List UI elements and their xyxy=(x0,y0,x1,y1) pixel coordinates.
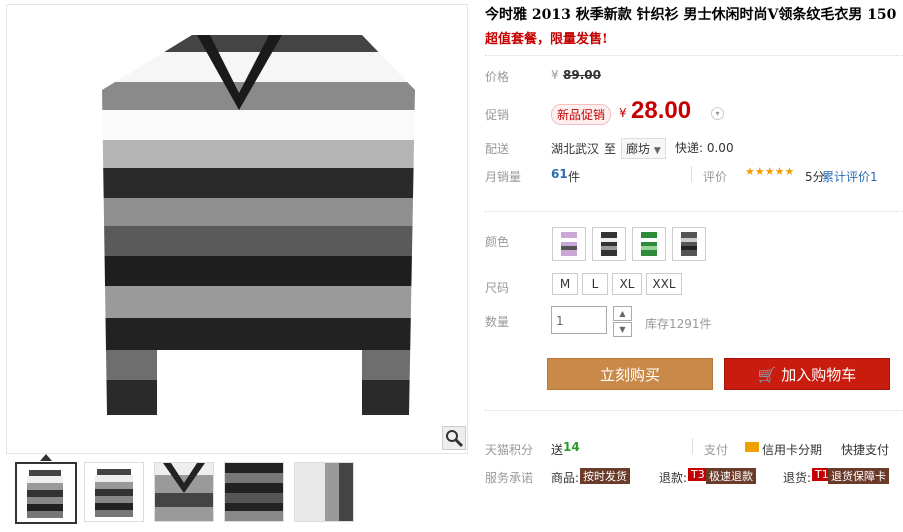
promo-label: 促销 xyxy=(485,108,510,122)
points-prefix: 送 xyxy=(551,443,564,457)
fast-pay[interactable]: 快捷支付 xyxy=(841,441,889,458)
service-item2-code: T3 xyxy=(688,468,708,481)
service-item2-badge[interactable]: 极速退款 xyxy=(706,468,756,484)
divider xyxy=(485,211,903,212)
product-subtitle: 超值套餐，限量发售! xyxy=(485,32,608,47)
divider xyxy=(485,410,903,411)
size-label: 尺码 xyxy=(485,281,510,295)
color-swatch-image xyxy=(561,232,577,256)
quantity-increase-button[interactable]: ▲ xyxy=(613,306,632,321)
price-label: 价格 xyxy=(485,70,510,84)
size-option-xl[interactable]: XL xyxy=(612,273,642,295)
rating-stars: ★★★★★ xyxy=(745,165,795,178)
color-label: 颜色 xyxy=(485,235,510,249)
color-swatch-image xyxy=(601,232,617,256)
thumbnail-image xyxy=(155,463,213,521)
original-price: 89.00 xyxy=(563,68,601,82)
service-item3-label: 退货: xyxy=(783,471,812,485)
color-option-gray[interactable] xyxy=(672,227,706,261)
divider xyxy=(692,438,693,454)
promo-price: 28.00 xyxy=(631,97,692,124)
service-item3-badge[interactable]: 退货保障卡 xyxy=(828,468,889,484)
express-fee: 快递: 0.00 xyxy=(675,141,734,155)
points-value: 14 xyxy=(563,440,580,454)
product-main-image[interactable] xyxy=(6,4,468,454)
divider xyxy=(691,166,692,182)
sales-unit: 件 xyxy=(568,170,581,184)
credit-installment[interactable]: 信用卡分期 xyxy=(762,441,822,458)
promo-currency: ¥ xyxy=(619,106,627,120)
thumbnail-1[interactable] xyxy=(15,462,77,524)
delivery-label: 配送 xyxy=(485,142,510,156)
divider xyxy=(485,55,903,56)
color-swatch-image xyxy=(681,232,697,256)
promo-tag: 新品促销 xyxy=(551,104,612,125)
color-option-green[interactable] xyxy=(632,227,666,261)
thumbnail-image xyxy=(17,464,73,520)
quantity-decrease-button[interactable]: ▼ xyxy=(613,322,632,337)
buy-now-button[interactable]: 立刻购买 xyxy=(547,358,713,390)
service-item2-label: 退款: xyxy=(659,471,688,485)
thumbnail-image xyxy=(225,463,283,521)
points-label: 天猫积分 xyxy=(485,443,534,457)
thumbnail-image xyxy=(85,463,143,521)
review-count-link[interactable]: 累计评价1 xyxy=(822,168,878,185)
sales-count: 61 xyxy=(551,167,568,181)
chevron-down-icon[interactable]: ▾ xyxy=(711,107,724,120)
thumbnail-image xyxy=(295,463,353,521)
thumbnail-indicator xyxy=(40,454,52,461)
color-option-black[interactable] xyxy=(592,227,626,261)
payment-label: 支付 xyxy=(704,443,729,457)
size-option-xxl[interactable]: XXL xyxy=(646,273,682,295)
region-select[interactable]: 廊坊 ▼ xyxy=(621,138,666,159)
credit-card-icon xyxy=(745,442,759,452)
region-value: 廊坊 xyxy=(626,142,651,156)
color-swatch-image xyxy=(641,232,657,256)
stock-info: 库存1291件 xyxy=(645,317,712,331)
thumbnail-5[interactable] xyxy=(294,462,354,522)
delivery-to: 至 xyxy=(604,142,617,156)
product-title: 今时雅 2013 秋季新款 针织衫 男士休闲时尚V领条纹毛衣男 150 xyxy=(485,7,897,23)
size-option-m[interactable]: M xyxy=(552,273,578,295)
service-item1-badge[interactable]: 按时发货 xyxy=(580,468,630,484)
review-label: 评价 xyxy=(703,170,728,184)
sweater-image xyxy=(102,35,415,415)
delivery-from: 湖北武汉 xyxy=(551,142,600,156)
size-option-l[interactable]: L xyxy=(582,273,608,295)
magnifier-icon xyxy=(446,430,464,448)
quantity-label: 数量 xyxy=(485,315,510,329)
cart-icon: 🛒 xyxy=(757,366,777,384)
price-currency: ¥ xyxy=(551,68,559,82)
thumbnail-2[interactable] xyxy=(84,462,144,522)
zoom-button[interactable] xyxy=(442,426,466,450)
add-to-cart-button[interactable]: 🛒 加入购物车 xyxy=(724,358,890,390)
sales-label: 月销量 xyxy=(485,170,522,184)
add-to-cart-label: 加入购物车 xyxy=(781,366,857,384)
thumbnail-3[interactable] xyxy=(154,462,214,522)
service-label: 服务承诺 xyxy=(485,471,534,485)
service-item1-label: 商品: xyxy=(551,471,580,485)
color-option-purple[interactable] xyxy=(552,227,586,261)
chevron-down-icon: ▼ xyxy=(653,146,661,156)
thumbnail-4[interactable] xyxy=(224,462,284,522)
quantity-input[interactable]: 1 xyxy=(551,306,607,334)
